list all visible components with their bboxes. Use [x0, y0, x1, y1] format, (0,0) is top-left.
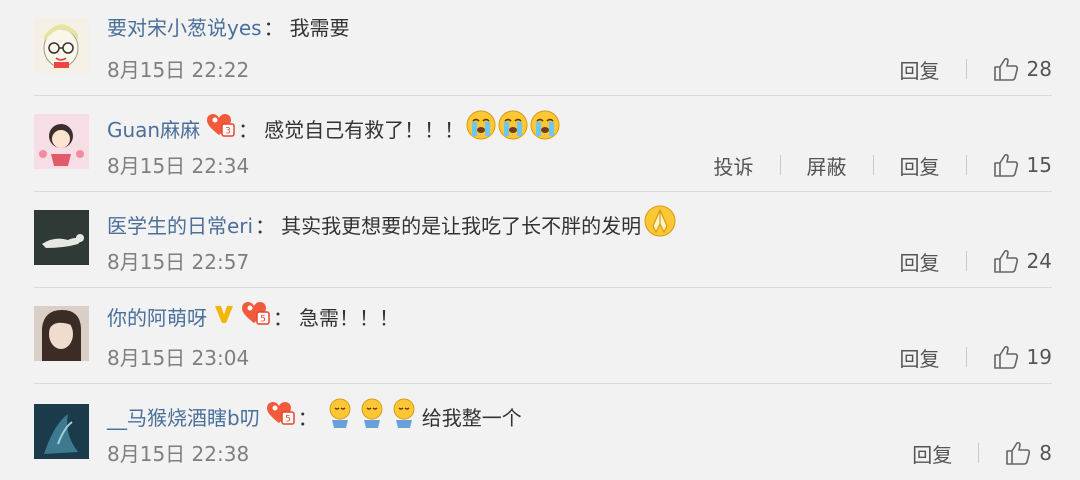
avatar[interactable]	[34, 306, 89, 361]
like-button[interactable]: 15	[993, 153, 1052, 177]
like-button[interactable]: 8	[1005, 441, 1052, 465]
heart-member-badge-icon[interactable]: 5	[241, 300, 271, 335]
avatar[interactable]	[34, 210, 89, 265]
sad-doll-icon	[326, 396, 422, 439]
reply-button[interactable]: 回复	[900, 343, 940, 372]
reply-button[interactable]: 回复	[900, 55, 940, 84]
username[interactable]: __马猴烧酒瞎b叨	[107, 402, 260, 434]
colon-separator: ：	[255, 213, 276, 238]
comment-time: 8月15日 22:38	[107, 442, 250, 466]
crying-face-icon	[466, 108, 562, 151]
divider	[978, 443, 980, 463]
avatar[interactable]	[34, 18, 89, 73]
comment-text: 感觉自己有救了！！！	[264, 117, 465, 142]
comment-time: 8月15日 22:57	[107, 250, 250, 274]
block-button[interactable]: 屏蔽	[807, 151, 847, 180]
username[interactable]: 要对宋小葱说yes	[107, 12, 262, 44]
heart-member-badge-icon[interactable]: 3	[206, 112, 236, 147]
comment-actions: 回复 24	[900, 247, 1052, 275]
comment-line: __马猴烧酒瞎b叨 5 ： 给我整一个	[107, 396, 522, 439]
comment-time: 8月15日 22:22	[107, 58, 250, 82]
colon-separator: ：	[273, 305, 293, 330]
comment-actions: 投诉 屏蔽 回复 15	[714, 151, 1052, 179]
svg-text:5: 5	[285, 415, 291, 425]
comment-text: 急需！！！	[299, 305, 399, 330]
comment-text: 其实我更想要的是让我吃了长不胖的发明	[281, 213, 642, 238]
avatar[interactable]	[34, 114, 89, 169]
like-count: 24	[1026, 249, 1052, 273]
reply-button[interactable]: 回复	[900, 151, 940, 180]
username[interactable]: 医学生的日常eri	[107, 210, 253, 242]
thumbs-up-icon	[993, 57, 1018, 81]
comment-line: 你的阿萌呀 5 ： 急需！！！	[107, 300, 399, 335]
comment-line: 要对宋小葱说yes ： 我需要	[107, 12, 350, 44]
comment-item: 医学生的日常eri ： 其实我更想要的是让我吃了长不胖的发明 8月15日 22:…	[0, 192, 1080, 288]
comment-item: 要对宋小葱说yes ： 我需要 8月15日 22:22 回复 28	[0, 0, 1080, 96]
comment-list: 要对宋小葱说yes ： 我需要 8月15日 22:22 回复 28 Guan麻麻…	[0, 0, 1080, 480]
comment-text: 给我整一个	[421, 405, 522, 430]
like-button[interactable]: 28	[993, 57, 1052, 81]
divider	[965, 155, 967, 175]
divider	[965, 251, 967, 271]
colon-separator: ：	[263, 16, 284, 40]
thumbs-up-icon	[1006, 441, 1031, 465]
comment-line: 医学生的日常eri ： 其实我更想要的是让我吃了长不胖的发明	[107, 204, 677, 247]
report-button[interactable]: 投诉	[714, 151, 754, 180]
divider	[965, 59, 967, 79]
yellow-v-icon[interactable]	[213, 302, 235, 334]
like-count: 8	[1039, 441, 1052, 465]
comment-text: 我需要	[289, 16, 350, 40]
avatar[interactable]	[34, 404, 89, 459]
heart-member-badge-icon[interactable]: 5	[266, 400, 296, 435]
comment-time: 8月15日 23:04	[107, 346, 250, 370]
like-count: 19	[1026, 345, 1052, 369]
pray-hands-icon	[643, 204, 677, 247]
username[interactable]: 你的阿萌呀	[107, 302, 207, 334]
like-count: 15	[1026, 153, 1052, 177]
thumbs-up-icon	[993, 249, 1018, 273]
comment-time: 8月15日 22:34	[107, 154, 250, 178]
comment-item: Guan麻麻 3 ： 感觉自己有救了！！！ 8月15日 22:34 投诉 屏蔽 …	[0, 96, 1080, 192]
comment-actions: 回复 19	[900, 343, 1052, 371]
comment-item: 你的阿萌呀 5 ： 急需！！！ 8月15日 23:04 回复 19	[0, 288, 1080, 384]
colon-separator: ：	[297, 405, 318, 430]
svg-text:5: 5	[260, 315, 266, 325]
svg-text:3: 3	[225, 127, 231, 137]
comment-actions: 回复 28	[900, 55, 1052, 83]
divider	[872, 155, 874, 175]
divider	[965, 347, 967, 367]
comment-actions: 回复 8	[912, 439, 1052, 467]
like-button[interactable]: 19	[993, 345, 1052, 369]
like-count: 28	[1026, 57, 1052, 81]
comment-item: __马猴烧酒瞎b叨 5 ： 给我整一个 8月15日 22:38 回复 8	[0, 384, 1080, 480]
username[interactable]: Guan麻麻	[107, 114, 200, 146]
like-button[interactable]: 24	[993, 249, 1052, 273]
thumbs-up-icon	[993, 153, 1018, 177]
reply-button[interactable]: 回复	[912, 439, 952, 468]
comment-line: Guan麻麻 3 ： 感觉自己有救了！！！	[107, 108, 562, 151]
thumbs-up-icon	[993, 345, 1018, 369]
reply-button[interactable]: 回复	[900, 247, 940, 276]
divider	[779, 155, 781, 175]
colon-separator: ：	[238, 117, 259, 142]
